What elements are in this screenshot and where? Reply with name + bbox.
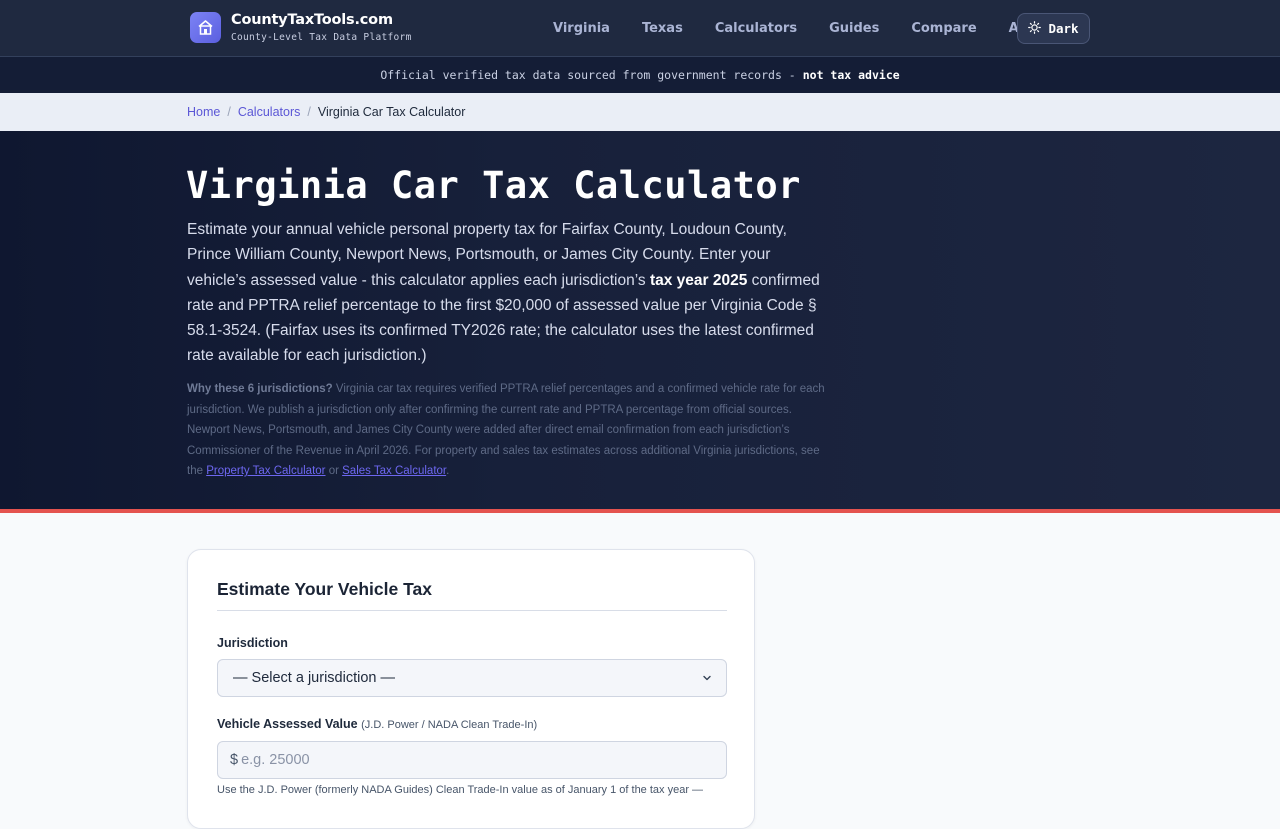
brand-tagline: County-Level Tax Data Platform: [231, 32, 412, 43]
vehicle-value-label-text: Vehicle Assessed Value: [217, 717, 358, 731]
brand[interactable]: CountyTaxTools.com County-Level Tax Data…: [190, 12, 412, 43]
hero-lead: Estimate your annual vehicle personal pr…: [187, 217, 827, 369]
notice-text: Official verified tax data sourced from …: [380, 68, 796, 82]
page-title: Virginia Car Tax Calculator: [186, 164, 801, 207]
breadcrumb-separator: /: [307, 105, 311, 119]
jurisdiction-select[interactable]: — Select a jurisdiction —: [217, 659, 727, 697]
vehicle-value-hint: (J.D. Power / NADA Clean Trade-In): [361, 719, 538, 731]
breadcrumb-current: Virginia Car Tax Calculator: [317, 105, 466, 119]
nav-virginia[interactable]: Virginia: [537, 21, 626, 36]
chevron-down-icon: [701, 672, 713, 688]
jurisdictions-note-text: Virginia car tax requires verified PPTRA…: [187, 383, 825, 478]
nav-texas[interactable]: Texas: [626, 21, 699, 36]
vehicle-value-help: Use the J.D. Power (formerly NADA Guides…: [217, 784, 704, 796]
form-divider: [217, 610, 727, 611]
sales-tax-calculator-link[interactable]: Sales Tax Calculator: [342, 465, 446, 477]
jurisdiction-select-value: — Select a jurisdiction —: [233, 670, 395, 686]
theme-toggle-button[interactable]: Dark: [1017, 13, 1090, 44]
jurisdictions-note-or: or: [325, 465, 343, 478]
section-divider: [0, 509, 1280, 513]
vehicle-value-input[interactable]: [241, 752, 702, 768]
hero-lead-bold: tax year 2025: [649, 271, 748, 289]
jurisdictions-note-label: Why these 6 jurisdictions?: [187, 383, 333, 395]
house-building-icon: [190, 12, 221, 43]
vehicle-value-field: $: [217, 741, 727, 779]
theme-toggle-label: Dark: [1048, 21, 1079, 36]
jurisdictions-note: Why these 6 jurisdictions? Virginia car …: [187, 379, 832, 482]
nav-guides[interactable]: Guides: [813, 21, 895, 36]
jurisdictions-note-end: .: [446, 465, 450, 478]
notice-emphasis: not tax advice: [802, 68, 900, 82]
brand-name: CountyTaxTools.com: [231, 12, 393, 28]
nav-compare[interactable]: Compare: [895, 21, 992, 36]
hero-section: Virginia Car Tax Calculator Estimate you…: [0, 131, 1280, 509]
jurisdiction-label: Jurisdiction: [217, 636, 288, 650]
breadcrumb-calculators[interactable]: Calculators: [238, 105, 301, 119]
vehicle-tax-form-card: Estimate Your Vehicle Tax Jurisdiction —…: [187, 549, 755, 829]
notice-bar: Official verified tax data sourced from …: [0, 57, 1280, 93]
property-tax-calculator-link[interactable]: Property Tax Calculator: [206, 465, 325, 477]
nav-calculators[interactable]: Calculators: [699, 21, 813, 36]
breadcrumb-home[interactable]: Home: [187, 105, 220, 119]
vehicle-value-label: Vehicle Assessed Value (J.D. Power / NAD…: [217, 717, 537, 731]
breadcrumb-separator: /: [227, 105, 231, 119]
breadcrumb: Home / Calculators / Virginia Car Tax Ca…: [0, 93, 1280, 131]
main-nav: Virginia Texas Calculators Guides Compar…: [537, 0, 1068, 57]
sun-icon: [1028, 20, 1042, 37]
site-header: CountyTaxTools.com County-Level Tax Data…: [0, 0, 1280, 57]
form-title: Estimate Your Vehicle Tax: [217, 579, 432, 599]
currency-symbol: $: [230, 752, 239, 768]
